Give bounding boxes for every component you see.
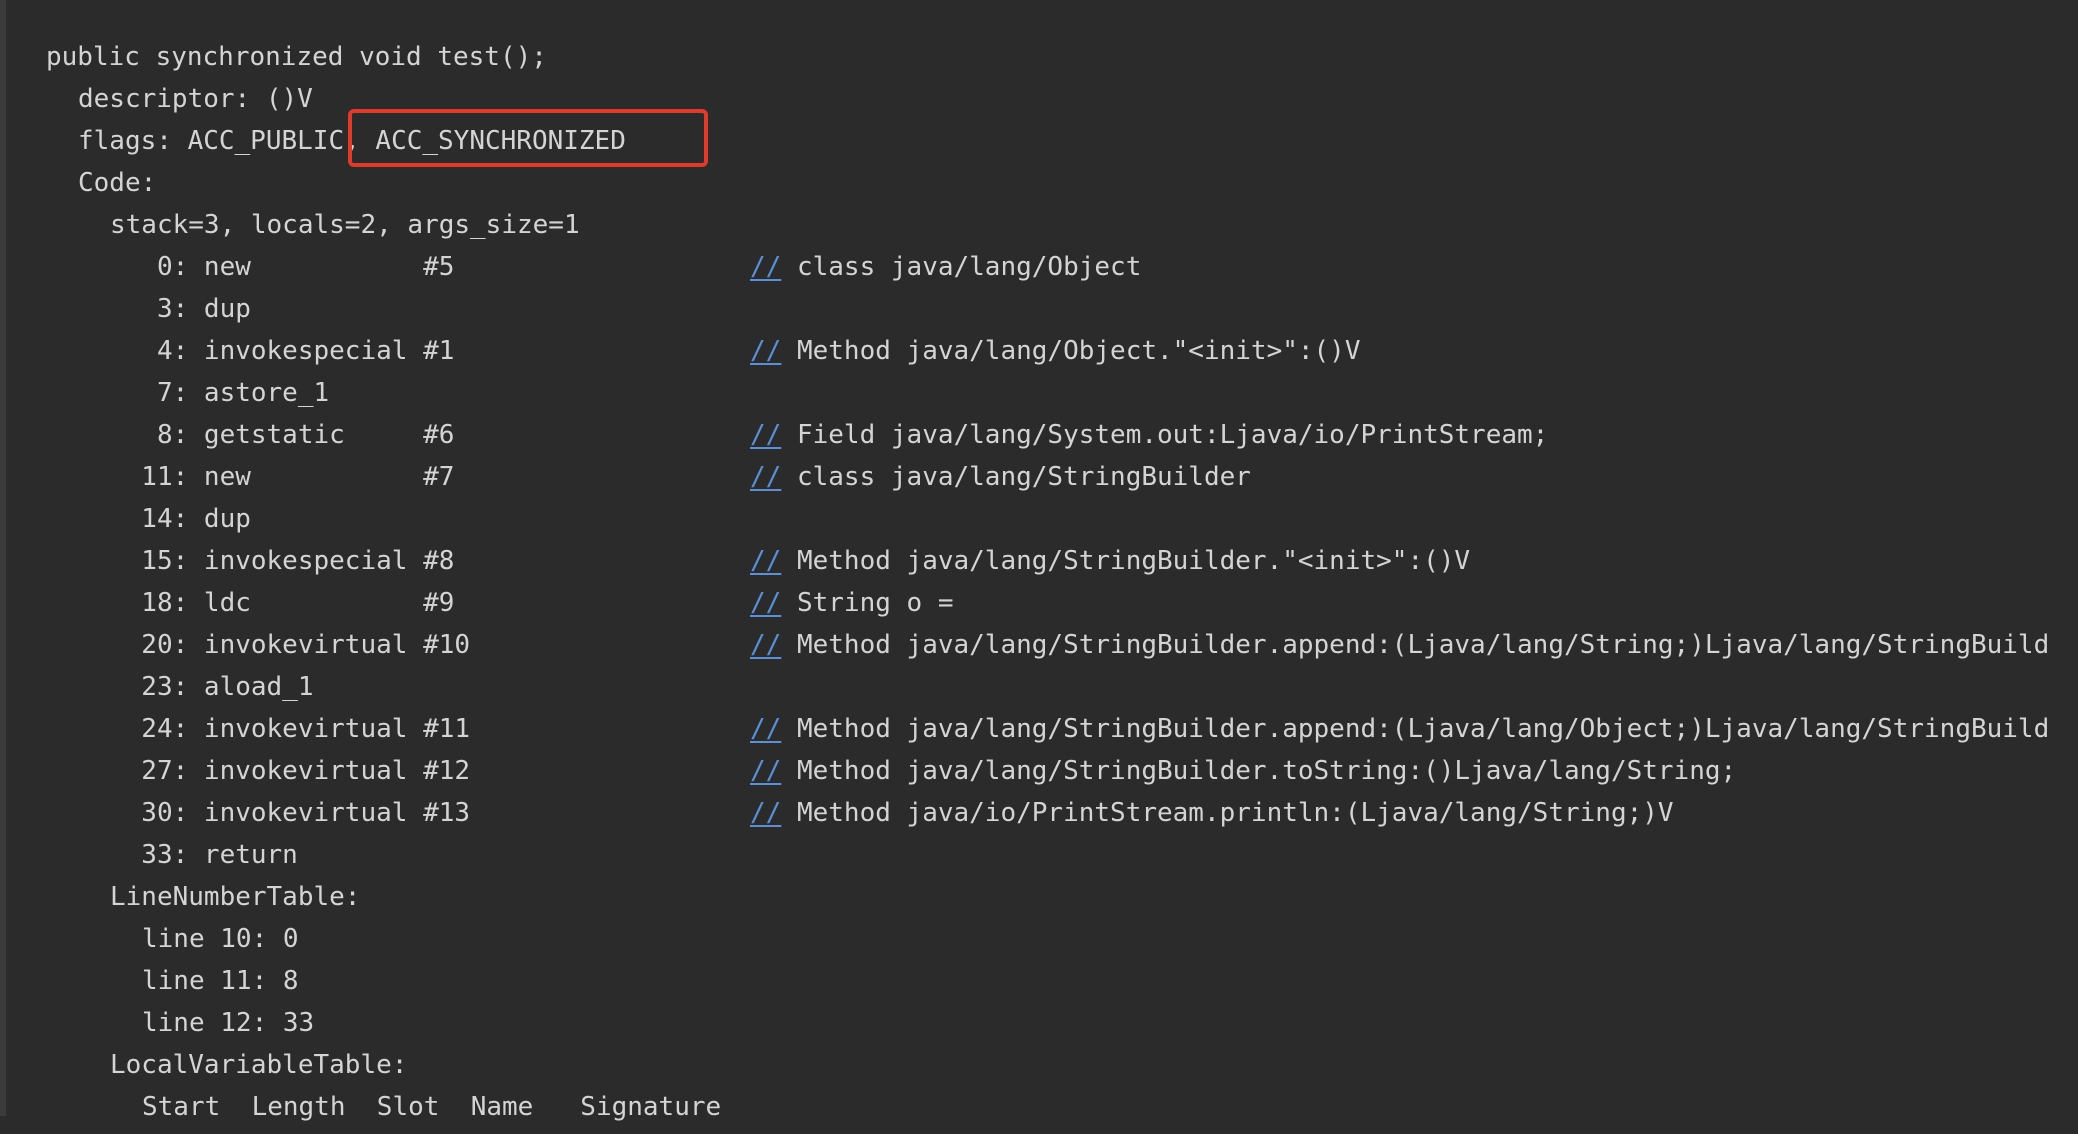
instruction-line: 3: dup <box>46 294 2078 336</box>
code-label-line: Code: <box>46 168 2078 210</box>
comment-text: Method java/io/PrintStream.println:(Ljav… <box>796 798 1674 828</box>
method-signature: public synchronized void test(); <box>46 42 547 72</box>
instruction-line: 33: return <box>46 840 2078 882</box>
comment-text: Method java/lang/StringBuilder.toString:… <box>796 756 1737 786</box>
instruction-comment: // Method java/lang/StringBuilder.toStri… <box>750 756 1736 786</box>
instruction-comment: // String o = <box>750 588 954 618</box>
comment-slashes: // <box>750 252 782 282</box>
instruction-text: 3: dup <box>110 294 251 324</box>
instruction-list: 0: new #5 // class java/lang/Object 3: du… <box>46 252 2078 882</box>
line-number-row: line 10: 0 <box>46 924 2078 966</box>
instruction-line: 27: invokevirtual #12 // Method java/lang… <box>46 756 2078 798</box>
line-number-table-label: LineNumberTable: <box>110 882 361 912</box>
instruction-text: 15: invokespecial #8 <box>110 546 455 576</box>
comment-slashes: // <box>750 756 782 786</box>
instruction-line: 30: invokevirtual #13 // Method java/io/P… <box>46 798 2078 840</box>
line-number-table-label-line: LineNumberTable: <box>46 882 2078 924</box>
instruction-comment: // Method java/io/PrintStream.println:(L… <box>750 798 1674 828</box>
code-label: Code: <box>78 168 157 198</box>
instruction-text: 20: invokevirtual #10 <box>110 630 471 660</box>
line-number-entry: line 12: 33 <box>142 1008 315 1038</box>
local-variable-table-label-line: LocalVariableTable: <box>46 1050 2078 1092</box>
comment-slashes: // <box>750 630 782 660</box>
instruction-comment: // Field java/lang/System.out:Ljava/io/P… <box>750 420 1548 450</box>
instruction-text: 18: ldc #9 <box>110 588 455 618</box>
instruction-line: 24: invokevirtual #11 // Method java/lang… <box>46 714 2078 756</box>
instruction-comment: // Method java/lang/StringBuilder.append… <box>750 630 2049 660</box>
instruction-text: 33: return <box>110 840 298 870</box>
comment-slashes: // <box>750 420 782 450</box>
instruction-comment: // Method java/lang/StringBuilder.append… <box>750 714 2049 744</box>
instruction-comment: // Method java/lang/StringBuilder."<init… <box>750 546 1470 576</box>
comment-slashes: // <box>750 588 782 618</box>
instruction-line: 4: invokespecial #1 // Method java/lang/O… <box>46 336 2078 378</box>
instruction-comment: // class java/lang/StringBuilder <box>750 462 1251 492</box>
instruction-line: 11: new #7 // class java/lang/StringBuild… <box>46 462 2078 504</box>
comment-slashes: // <box>750 714 782 744</box>
instruction-text: 4: invokespecial #1 <box>110 336 455 366</box>
instruction-text: 8: getstatic #6 <box>110 420 455 450</box>
instruction-line: 7: astore_1 <box>46 378 2078 420</box>
instruction-text: 23: aload_1 <box>110 672 314 702</box>
comment-text: Field java/lang/System.out:Ljava/io/Prin… <box>796 420 1549 450</box>
stack-info-line: stack=3, locals=2, args_size=1 <box>46 210 2078 252</box>
method-signature-line: public synchronized void test(); <box>46 42 2078 84</box>
instruction-text: 11: new #7 <box>110 462 455 492</box>
instruction-comment: // Method java/lang/Object."<init>":()V <box>750 336 1361 366</box>
instruction-text: 30: invokevirtual #13 <box>110 798 471 828</box>
bytecode-view: public synchronized void test(); descrip… <box>46 42 2078 1134</box>
comment-slashes: // <box>750 798 782 828</box>
comment-text: Method java/lang/StringBuilder.append:(L… <box>796 630 2050 660</box>
instruction-line: 18: ldc #9 // String o = <box>46 588 2078 630</box>
line-number-entry: line 11: 8 <box>142 966 299 996</box>
comment-slashes: // <box>750 546 782 576</box>
instruction-comment: // class java/lang/Object <box>750 252 1141 282</box>
instruction-text: 24: invokevirtual #11 <box>110 714 471 744</box>
comment-text: class java/lang/Object <box>796 252 1142 282</box>
instruction-line: 15: invokespecial #8 // Method java/lang/… <box>46 546 2078 588</box>
comment-slashes: // <box>750 462 782 492</box>
comment-text: Method java/lang/StringBuilder."<init>":… <box>796 546 1471 576</box>
instruction-text: 14: dup <box>110 504 251 534</box>
line-number-row: line 11: 8 <box>46 966 2078 1008</box>
local-variable-table-header-line: Start Length Slot Name Signature <box>46 1092 2078 1134</box>
instruction-text: 0: new #5 <box>110 252 455 282</box>
line-number-row: line 12: 33 <box>46 1008 2078 1050</box>
instruction-line: 20: invokevirtual #10 // Method java/lang… <box>46 630 2078 672</box>
stack-info: stack=3, locals=2, args_size=1 <box>110 210 580 240</box>
comment-text: Method java/lang/Object."<init>":()V <box>796 336 1361 366</box>
editor-gutter-edge <box>0 0 6 1116</box>
instruction-text: 27: invokevirtual #12 <box>110 756 471 786</box>
comment-text: Method java/lang/StringBuilder.append:(L… <box>796 714 2050 744</box>
comment-text: class java/lang/StringBuilder <box>796 462 1251 492</box>
instruction-line: 14: dup <box>46 504 2078 546</box>
instruction-text: 7: astore_1 <box>110 378 330 408</box>
instruction-line: 8: getstatic #6 // Field java/lang/System… <box>46 420 2078 462</box>
descriptor: descriptor: ()V <box>78 84 313 114</box>
instruction-line: 23: aload_1 <box>46 672 2078 714</box>
instruction-line: 0: new #5 // class java/lang/Object <box>46 252 2078 294</box>
line-number-entry: line 10: 0 <box>142 924 299 954</box>
comment-text: String o = <box>796 588 954 618</box>
local-variable-table-header: Start Length Slot Name Signature <box>142 1092 722 1122</box>
comment-slashes: // <box>750 336 782 366</box>
local-variable-table-label: LocalVariableTable: <box>110 1050 408 1080</box>
acc-synchronized-highlight <box>348 109 708 167</box>
